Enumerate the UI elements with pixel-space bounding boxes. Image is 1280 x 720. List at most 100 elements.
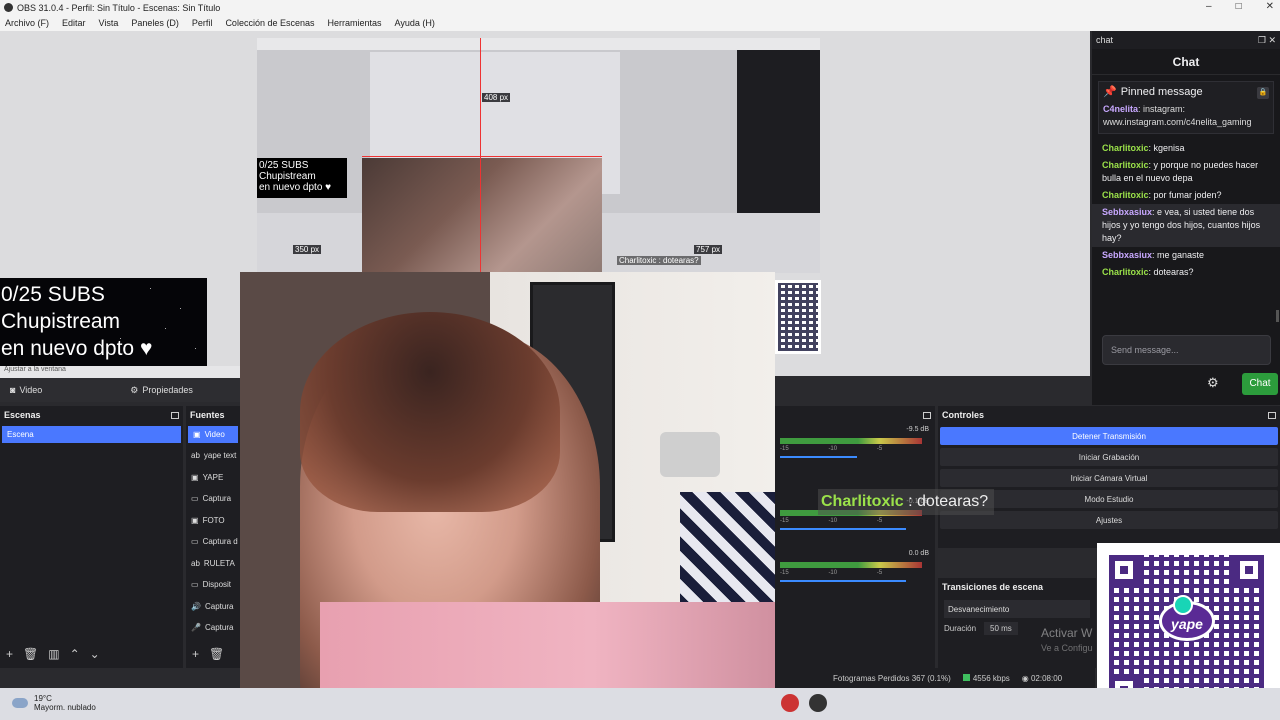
undock-chat-icon[interactable]: ❐	[1258, 35, 1266, 45]
volume-fader[interactable]	[780, 528, 906, 530]
minimize-button[interactable]: –	[1206, 1, 1212, 12]
source-item[interactable]: 🎤 Captura	[186, 617, 240, 639]
chevron-up-icon[interactable]: ⌃	[70, 647, 80, 661]
duration-label: Duración	[944, 624, 977, 633]
obs-logo-icon	[4, 3, 13, 12]
add-icon[interactable]: +	[6, 647, 13, 661]
close-button[interactable]: ✕	[1266, 1, 1274, 12]
chat-username[interactable]: Charlitoxic	[1102, 143, 1149, 153]
obs-taskbar-icon[interactable]	[781, 694, 799, 712]
stream-time: ◉ 02:08:00	[1022, 674, 1062, 683]
maximize-button[interactable]: □	[1236, 1, 1242, 12]
volume-fader[interactable]	[780, 456, 857, 458]
chat-message: Charlitoxic: y porque no puedes hacer bu…	[1092, 157, 1280, 187]
weather-widget[interactable]: 19°C Mayorm. nublado	[12, 694, 96, 712]
subs-goal-overlay: 0/25 SUBS Chupistream en nuevo dpto ♥	[0, 278, 207, 366]
source-type-icon: ▣	[191, 515, 199, 525]
px-label-right: 757 px	[694, 245, 723, 254]
source-item[interactable]: 🔊 Captura	[186, 596, 240, 618]
source-item[interactable]: ▣ FOTO	[186, 510, 240, 532]
pinned-body: C4nelita: instagram: www.instagram.com/c…	[1103, 103, 1269, 129]
undock-controls-icon[interactable]	[1268, 411, 1276, 419]
chat-message: Sebbxasiux: e vea, si usted tiene dos hi…	[1092, 204, 1280, 247]
source-type-icon: 🎤	[191, 623, 201, 633]
undock-mixer-icon[interactable]	[923, 411, 931, 419]
source-type-icon: ab	[191, 558, 200, 568]
chevron-down-icon[interactable]: ⌄	[90, 647, 100, 661]
source-item[interactable]: ab RULETA	[186, 553, 240, 575]
source-item[interactable]: ▭ Captura d	[186, 531, 240, 553]
chat-username[interactable]: Sebbxasiux	[1102, 207, 1152, 217]
lock-icon[interactable]: 🔒	[1257, 86, 1269, 99]
menu-scene-collection[interactable]: Colección de Escenas	[225, 18, 314, 28]
taskbar	[0, 688, 1280, 720]
chat-dock: chat ❐ ✕ Chat 📌 Pinned message 🔒 C4nelita…	[1092, 31, 1280, 405]
scenes-dock-title: Escenas	[0, 406, 183, 424]
menu-file[interactable]: Archivo (F)	[5, 18, 49, 28]
menu-view[interactable]: Vista	[99, 18, 119, 28]
bitrate-indicator: 4556 kbps	[962, 673, 1010, 683]
source-item[interactable]: ab yape text	[186, 445, 240, 467]
properties-button[interactable]: ⚙ Propiedades	[126, 383, 197, 398]
nested-subs-overlay: 0/25 SUBS Chupistream en nuevo dpto ♥	[257, 158, 347, 198]
menu-profile[interactable]: Perfil	[192, 18, 213, 28]
chat-username[interactable]: Charlitoxic	[1102, 267, 1149, 277]
scene-item[interactable]: Escena	[2, 426, 181, 443]
menu-help[interactable]: Ayuda (H)	[395, 18, 435, 28]
chat-username[interactable]: Charlitoxic	[1102, 160, 1149, 170]
menu-docks[interactable]: Paneles (D)	[131, 18, 179, 28]
sources-dock-title: Fuentes	[186, 406, 240, 424]
chat-message: Charlitoxic: kgenisa	[1092, 140, 1280, 157]
scenes-title: Escenas	[4, 410, 41, 420]
chat-send-button[interactable]: Chat	[1242, 373, 1278, 395]
duration-input[interactable]: 50 ms	[984, 622, 1018, 635]
chat-scrollbar[interactable]	[1276, 310, 1279, 322]
undock-icon[interactable]	[171, 411, 179, 419]
control-button[interactable]: Iniciar Grabación	[940, 448, 1278, 466]
chat-input[interactable]: Send message...	[1102, 335, 1271, 365]
stream-name: Chupistream	[1, 310, 121, 333]
pin-icon: 📌	[1103, 86, 1117, 98]
source-item[interactable]: ▭ Disposit	[186, 574, 240, 596]
control-button[interactable]: Iniciar Cámara Virtual	[940, 469, 1278, 487]
chat-overlay-user: Charlitoxic	[821, 493, 904, 510]
source-label: YAPE	[202, 472, 224, 482]
chat-username[interactable]: Sebbxasiux	[1102, 250, 1152, 260]
chat-text: : por fumar joden?	[1148, 190, 1222, 200]
control-button[interactable]: Detener Transmisión	[940, 427, 1278, 445]
source-item[interactable]: ▭ Captura	[186, 488, 240, 510]
trash-icon[interactable]: 🗑	[23, 647, 38, 661]
menu-edit[interactable]: Editar	[62, 18, 86, 28]
chat-message-list: Charlitoxic: kgenisa Charlitoxic: y porqu…	[1092, 140, 1280, 281]
volume-fader[interactable]	[780, 580, 906, 582]
source-label: Video	[204, 430, 225, 439]
menu-tools[interactable]: Herramientas	[328, 18, 382, 28]
webcam-source[interactable]	[240, 272, 775, 720]
filter-icon[interactable]: ▥	[48, 647, 59, 661]
chat-text: : kgenisa	[1148, 143, 1185, 153]
source-item[interactable]: ▣ Video	[188, 426, 238, 443]
gear-icon: ⚙	[130, 384, 139, 395]
volume-meter	[780, 562, 922, 568]
px-label-top: 408 px	[482, 93, 511, 102]
window-title: OBS 31.0.4 - Perfil: Sin Título - Escena…	[17, 2, 221, 13]
selected-source-name: Video	[19, 385, 43, 395]
source-item[interactable]: ▣ YAPE	[186, 467, 240, 489]
yape-chat-icon	[1173, 595, 1193, 615]
weather-text: 19°C Mayorm. nublado	[34, 694, 96, 712]
remove-source-icon[interactable]: 🗑	[209, 647, 224, 661]
chat-message: Sebbxasiux: me ganaste	[1092, 247, 1280, 264]
source-type-icon: ab	[191, 451, 200, 461]
source-label: FOTO	[202, 515, 225, 525]
menu-bar: Archivo (F) Editar Vista Paneles (D) Per…	[0, 15, 1280, 31]
transition-select[interactable]: Desvanecimiento	[944, 600, 1090, 618]
chat-username[interactable]: Charlitoxic	[1102, 190, 1149, 200]
close-chat-icon[interactable]: ✕	[1268, 35, 1276, 45]
add-source-icon[interactable]: +	[192, 647, 199, 661]
chat-settings-icon[interactable]: ⚙	[1207, 375, 1219, 391]
app-taskbar-icon[interactable]	[809, 694, 827, 712]
source-toolbar: ◙ Video ⚙ Propiedades	[0, 378, 240, 402]
nested-webcam	[362, 158, 602, 273]
preview-canvas[interactable]: 0/25 SUBS Chupistream en nuevo dpto ♥ 40…	[257, 38, 820, 273]
fit-label[interactable]: Ajustar a la ventana	[4, 366, 66, 373]
